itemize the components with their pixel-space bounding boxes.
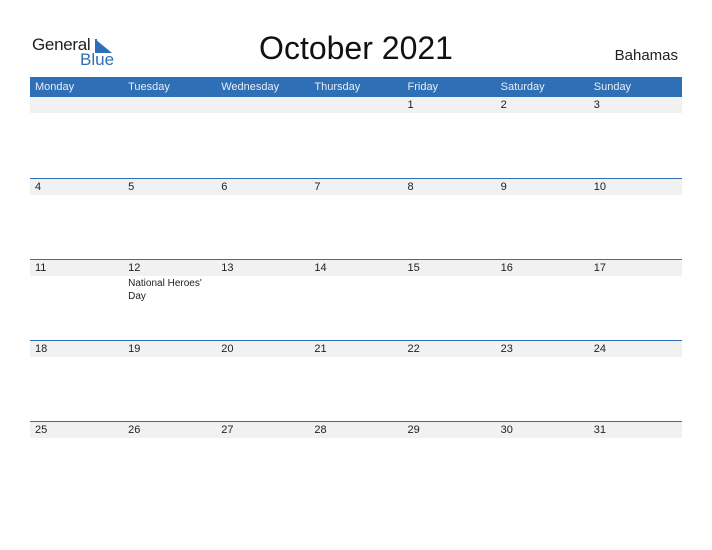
day-event [496,357,589,358]
day-number: 17 [593,262,606,274]
week-row: 4 5 6 7 8 9 10 [30,178,682,259]
day-number: 5 [128,181,135,193]
day-event [496,276,589,303]
day-event [403,357,496,358]
day-event [30,113,123,114]
event-row [30,438,682,439]
date-number-row: 4 5 6 7 8 9 10 [30,179,682,195]
day-event [30,195,123,196]
day-number: 31 [593,424,606,436]
day-event [403,195,496,196]
day-number: 30 [500,424,513,436]
day-event [123,195,216,196]
day-number: 16 [500,262,513,274]
weekday-saturday: Saturday [500,81,545,93]
day-event [309,357,402,358]
weekday-friday: Friday [407,81,439,93]
day-event [309,438,402,439]
weekday-header: Monday Tuesday Wednesday Thursday Friday… [30,77,682,97]
day-number: 27 [221,424,234,436]
day-event [216,357,309,358]
day-number: 13 [221,262,234,274]
day-number [123,97,216,113]
day-event [589,113,682,114]
day-number: 29 [407,424,420,436]
day-event [496,113,589,114]
day-number: 28 [314,424,327,436]
day-number: 18 [35,343,48,355]
day-event [216,276,309,303]
day-number: 7 [314,181,321,193]
weeks-container: 1 2 3 4 5 6 7 8 9 10 11 12 13 14 15 16 17 National Heroes… [30,97,682,502]
day-event [589,357,682,358]
event-row [30,195,682,196]
weekday-thursday: Thursday [314,81,361,93]
day-event [403,113,496,114]
day-number [309,97,402,113]
day-event [216,113,309,114]
week-row: 1 2 3 [30,97,682,178]
day-event [123,357,216,358]
event-row [30,357,682,358]
event-row: National Heroes' Day [30,276,682,303]
day-event [309,113,402,114]
day-event [123,438,216,439]
day-event [589,195,682,196]
weekday-monday: Monday [35,81,75,93]
day-number: 25 [35,424,48,436]
date-number-row: 11 12 13 14 15 16 17 [30,260,682,276]
day-number: 10 [593,181,606,193]
week-row: 18 19 20 21 22 23 24 [30,340,682,421]
day-event [30,357,123,358]
day-number: 4 [35,181,42,193]
day-number: 14 [314,262,327,274]
day-event: National Heroes' Day [128,278,202,302]
day-event [589,276,682,303]
day-number: 8 [407,181,414,193]
date-number-row: 1 2 3 [30,97,682,113]
day-number: 15 [407,262,420,274]
day-number: 2 [500,99,507,111]
week-row: 25 26 27 28 29 30 31 [30,421,682,502]
weekday-wednesday: Wednesday [221,81,280,93]
date-number-row: 25 26 27 28 29 30 31 [30,422,682,438]
day-number: 3 [593,99,600,111]
day-event [403,438,496,439]
day-event [496,195,589,196]
day-event [216,438,309,439]
day-number [216,97,309,113]
day-event [30,438,123,439]
week-row: 11 12 13 14 15 16 17 National Heroes' Day [30,259,682,340]
day-number: 11 [35,262,47,274]
day-event [309,195,402,196]
event-row [30,113,682,114]
country-label: Bahamas [614,47,678,64]
day-event [403,276,496,303]
day-number: 20 [221,343,234,355]
weekday-sunday: Sunday [593,81,632,93]
weekday-tuesday: Tuesday [128,81,170,93]
day-number: 1 [407,99,414,111]
day-number: 21 [314,343,327,355]
calendar-grid: Monday Tuesday Wednesday Thursday Friday… [30,77,682,502]
day-event [496,438,589,439]
day-number: 22 [407,343,420,355]
day-event [30,276,123,303]
calendar-title: October 2021 [259,30,453,66]
day-number: 24 [593,343,606,355]
date-number-row: 18 19 20 21 22 23 24 [30,341,682,357]
day-event [123,113,216,114]
day-event [216,195,309,196]
day-number: 23 [500,343,513,355]
day-number [30,97,123,113]
day-number: 12 [128,262,141,274]
day-number: 26 [128,424,141,436]
day-event [309,276,402,303]
day-event [589,438,682,439]
day-number: 19 [128,343,141,355]
day-number: 9 [500,181,507,193]
day-number: 6 [221,181,228,193]
